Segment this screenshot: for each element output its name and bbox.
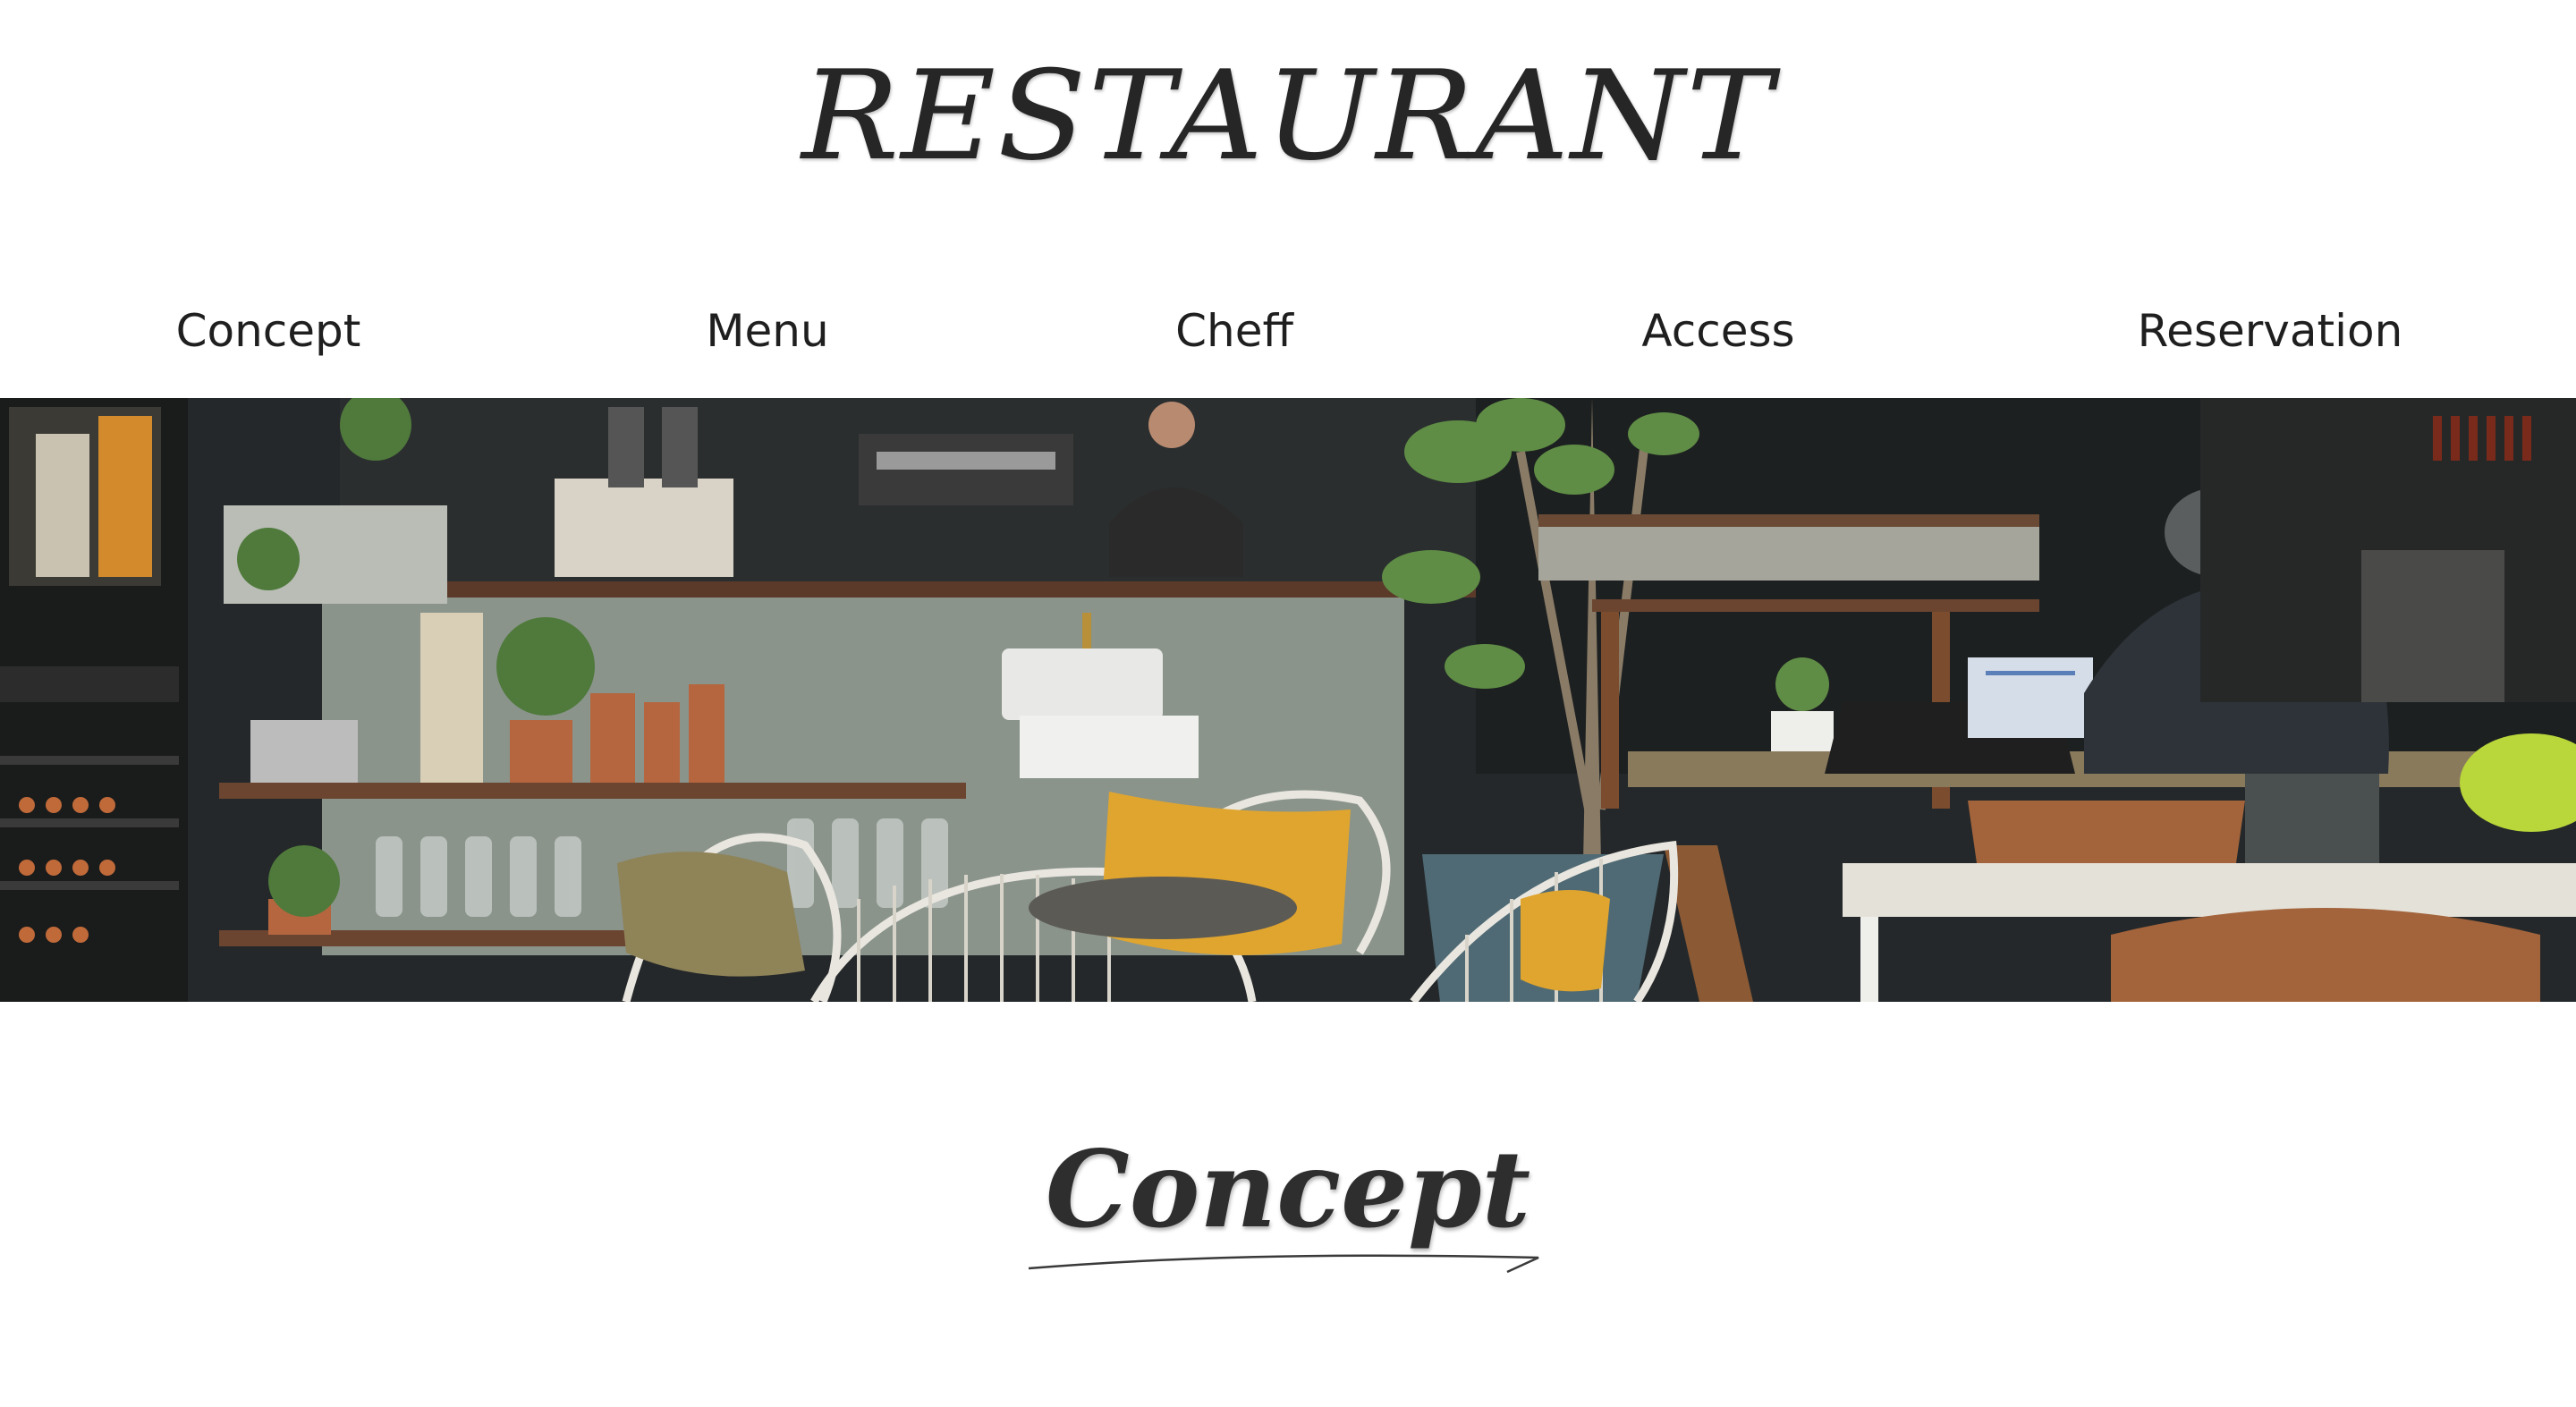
nav-item-reservation[interactable]: Reservation — [2138, 286, 2403, 376]
concept-section-title: Concept — [1045, 1127, 1531, 1251]
main-nav: Concept Menu Cheff Access Reservation — [0, 286, 2576, 376]
nav-item-access[interactable]: Access — [1641, 286, 1794, 376]
cafe-interior-photo — [0, 398, 2576, 1002]
title-underline — [1028, 1254, 1539, 1274]
site-logo[interactable]: RESTAURANT — [0, 36, 2576, 197]
nav-item-concept[interactable]: Concept — [176, 286, 361, 376]
nav-item-menu[interactable]: Menu — [706, 286, 828, 376]
nav-item-cheff[interactable]: Cheff — [1175, 286, 1293, 376]
hero-image — [0, 398, 2576, 1002]
